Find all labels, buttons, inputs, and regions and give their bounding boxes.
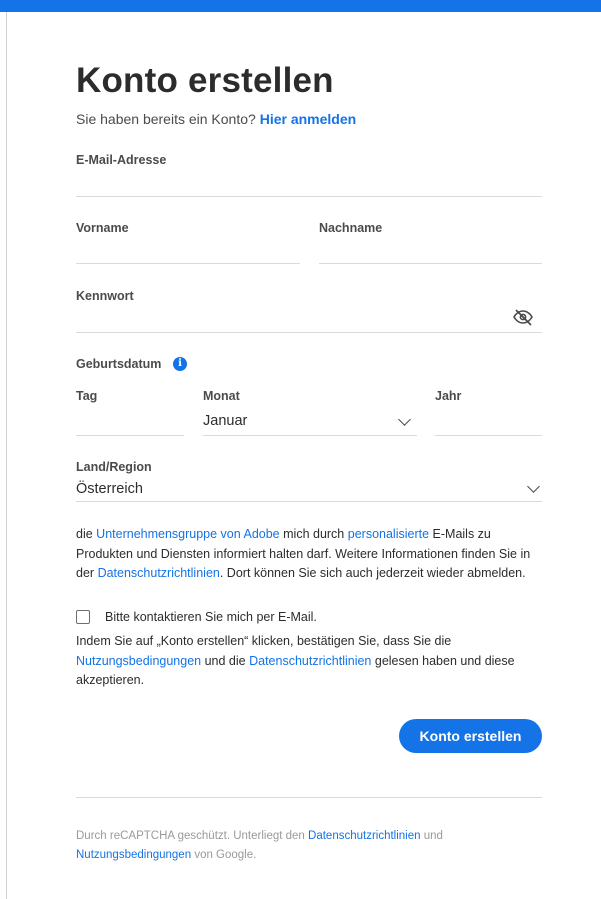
email-consent-checkbox-row[interactable]: Bitte kontaktieren Sie mich per E-Mail. [76,609,376,627]
email-consent-checkbox[interactable] [76,610,90,624]
create-account-button[interactable]: Konto erstellen [399,719,542,753]
consent-text: . Dort können Sie sich auch jederzeit wi… [219,566,526,580]
email-label: E-Mail-Adresse [76,153,167,167]
chevron-down-icon [527,480,540,493]
lastname-label: Nachname [319,221,383,235]
consent-text: mich durch [283,527,345,541]
footer-divider [76,797,542,798]
email-field[interactable] [76,172,542,194]
personalized-link[interactable]: personalisierte [348,527,429,541]
month-underline [203,435,417,436]
terms-text: und die [204,653,246,668]
country-value: Österreich [76,481,143,497]
day-label: Tag [76,389,98,403]
email-underline [76,196,542,197]
country-label: Land/Region [76,460,152,474]
month-value: Januar [203,413,248,429]
country-select[interactable]: Österreich [76,476,542,500]
privacy-policy-link[interactable]: Datenschutzrichtlinien [249,654,371,668]
signup-form-card: Konto erstellen Sie haben bereits ein Ko… [76,0,542,899]
signin-prompt: Sie haben bereits ein Konto? Hier anmeld… [76,111,356,127]
firstname-underline [76,263,300,264]
recaptcha-notice: Durch reCAPTCHA geschützt. Unterliegt de… [76,827,542,865]
lastname-field[interactable] [319,240,542,262]
country-underline [76,501,542,502]
signin-prompt-text: Sie haben bereits ein Konto? [76,111,256,127]
day-underline [76,435,184,436]
year-label: Jahr [435,389,462,403]
firstname-field[interactable] [76,240,300,262]
consent-paragraph: die Unternehmensgruppe von Adobe mich du… [76,525,542,584]
email-consent-label: Bitte kontaktieren Sie mich per E-Mail. [105,610,317,624]
page-title: Konto erstellen [76,61,334,100]
password-label: Kennwort [76,289,134,303]
password-field[interactable] [76,308,506,330]
firstname-label: Vorname [76,221,129,235]
recaptcha-text: Durch reCAPTCHA geschützt. Unterliegt de… [76,830,305,842]
privacy-policy-link[interactable]: Datenschutzrichtlinien [98,566,220,580]
month-label: Monat [203,389,240,403]
terms-paragraph: Indem Sie auf „Konto erstellen“ klicken,… [76,632,542,691]
google-privacy-link[interactable]: Datenschutzrichtlinien [308,830,421,842]
google-terms-link[interactable]: Nutzungsbedingungen [76,849,191,861]
left-border-line [6,12,7,899]
year-underline [435,435,542,436]
year-field[interactable] [435,410,542,432]
terms-text: Indem Sie auf „Konto erstellen“ klicken,… [76,634,452,648]
lastname-underline [319,263,542,264]
chevron-down-icon [398,413,411,426]
recaptcha-text: und [423,830,443,842]
eye-slash-icon[interactable] [512,308,534,326]
month-select[interactable]: Januar [203,408,417,434]
terms-of-use-link[interactable]: Nutzungsbedingungen [76,654,201,668]
day-field[interactable] [76,410,184,432]
info-icon[interactable]: i [173,357,187,371]
signin-link[interactable]: Hier anmelden [260,111,356,127]
birthdate-label: Geburtsdatum [76,357,162,371]
password-underline [76,332,542,333]
consent-text: die [76,527,93,541]
adobe-group-link[interactable]: Unternehmensgruppe von Adobe [96,527,279,541]
recaptcha-text: von Google. [194,849,257,861]
